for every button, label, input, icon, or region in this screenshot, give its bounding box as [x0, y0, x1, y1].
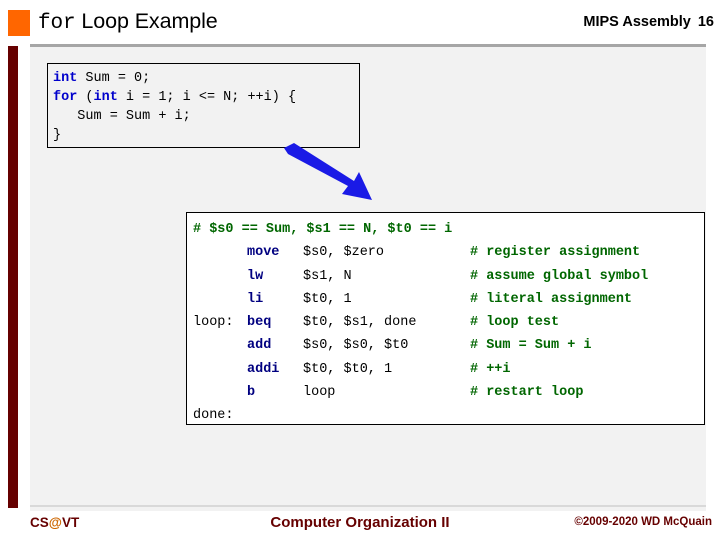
- assembly-header-comment: # $s0 == Sum, $s1 == N, $t0 == i: [193, 218, 704, 241]
- c-code-line: for (int i = 1; i <= N; ++i) {: [53, 88, 359, 107]
- c-code-line: Sum = Sum + i;: [53, 107, 359, 126]
- footer-copyright: ©2009-2020 WD McQuain: [574, 516, 712, 528]
- c-code-text: i = 1; i <= N; ++i) {: [117, 90, 297, 105]
- assembly-mnemonic: lw: [247, 268, 264, 284]
- c-keyword: for: [53, 90, 78, 105]
- assembly-operands: $t0, $s1, done: [303, 315, 417, 331]
- c-code-text: Sum = 0;: [77, 71, 151, 86]
- assembly-row: loop: beq $t0, $s1, done # loop test: [193, 311, 704, 334]
- assembly-operands: $t0, $t0, 1: [303, 361, 393, 377]
- assembly-code-block: # $s0 == Sum, $s1 == N, $t0 == i move $s0…: [186, 212, 705, 425]
- assembly-mnemonic: add: [247, 338, 272, 354]
- assembly-row: lw $s1, N # assume global symbol: [193, 265, 704, 288]
- footer-divider: [30, 505, 706, 507]
- left-accent-bar: [8, 46, 18, 508]
- assembly-label: loop:: [193, 315, 234, 331]
- assembly-operands: $s0, $zero: [303, 245, 385, 261]
- c-keyword: int: [53, 71, 78, 86]
- assembly-comment: # assume global symbol: [470, 268, 649, 284]
- page-title-keyword: for: [38, 12, 76, 35]
- assembly-mnemonic: li: [247, 291, 264, 307]
- assembly-row: b loop # restart loop: [193, 381, 704, 404]
- c-keyword: int: [93, 90, 118, 105]
- assembly-comment: # register assignment: [470, 245, 641, 261]
- c-code-block: int Sum = 0; for (int i = 1; i <= N; ++i)…: [47, 63, 360, 148]
- c-code-text: (: [77, 90, 94, 105]
- assembly-operands: $s1, N: [303, 268, 352, 284]
- assembly-header-comment-text: # $s0 == Sum, $s1 == N, $t0 == i: [193, 222, 453, 237]
- assembly-mnemonic: move: [247, 245, 280, 261]
- assembly-operands: loop: [303, 385, 336, 401]
- assembly-row: add $s0, $s0, $t0 # Sum = Sum + i: [193, 334, 704, 357]
- page-title-rest: Loop Example: [75, 9, 218, 33]
- assembly-comment: # literal assignment: [470, 291, 633, 307]
- assembly-comment: # loop test: [470, 315, 560, 331]
- assembly-comment: # restart loop: [470, 385, 584, 401]
- c-code-text: }: [53, 128, 62, 143]
- page-title: for Loop Example: [38, 9, 218, 35]
- assembly-row-list: move $s0, $zero # register assignment lw $s1…: [193, 241, 704, 404]
- assembly-mnemonic: addi: [247, 361, 280, 377]
- slide-header: for Loop Example MIPS Assembly 16: [0, 0, 720, 44]
- assembly-end-label: done:: [193, 404, 704, 427]
- c-code-text: Sum = Sum + i;: [53, 109, 191, 124]
- c-code-line: int Sum = 0;: [53, 69, 359, 88]
- title-bullet-square: [8, 10, 30, 36]
- assembly-mnemonic: b: [247, 385, 256, 401]
- slide-footer: CS@VT Computer Organization II ©2009-202…: [0, 510, 720, 540]
- assembly-operands: $t0, 1: [303, 291, 352, 307]
- assembly-operands: $s0, $s0, $t0: [303, 338, 409, 354]
- assembly-row: addi $t0, $t0, 1 # ++i: [193, 358, 704, 381]
- assembly-row: li $t0, 1 # literal assignment: [193, 288, 704, 311]
- assembly-comment: # Sum = Sum + i: [470, 338, 592, 354]
- header-topic-label: MIPS Assembly: [583, 14, 691, 30]
- assembly-comment: # ++i: [470, 361, 511, 377]
- assembly-row: move $s0, $zero # register assignment: [193, 241, 704, 264]
- assembly-mnemonic: beq: [247, 315, 272, 331]
- translation-arrow-icon: [284, 143, 372, 200]
- header-topic: MIPS Assembly 16: [583, 14, 714, 30]
- assembly-end-label-text: done:: [193, 408, 234, 424]
- page-number: 16: [697, 14, 714, 30]
